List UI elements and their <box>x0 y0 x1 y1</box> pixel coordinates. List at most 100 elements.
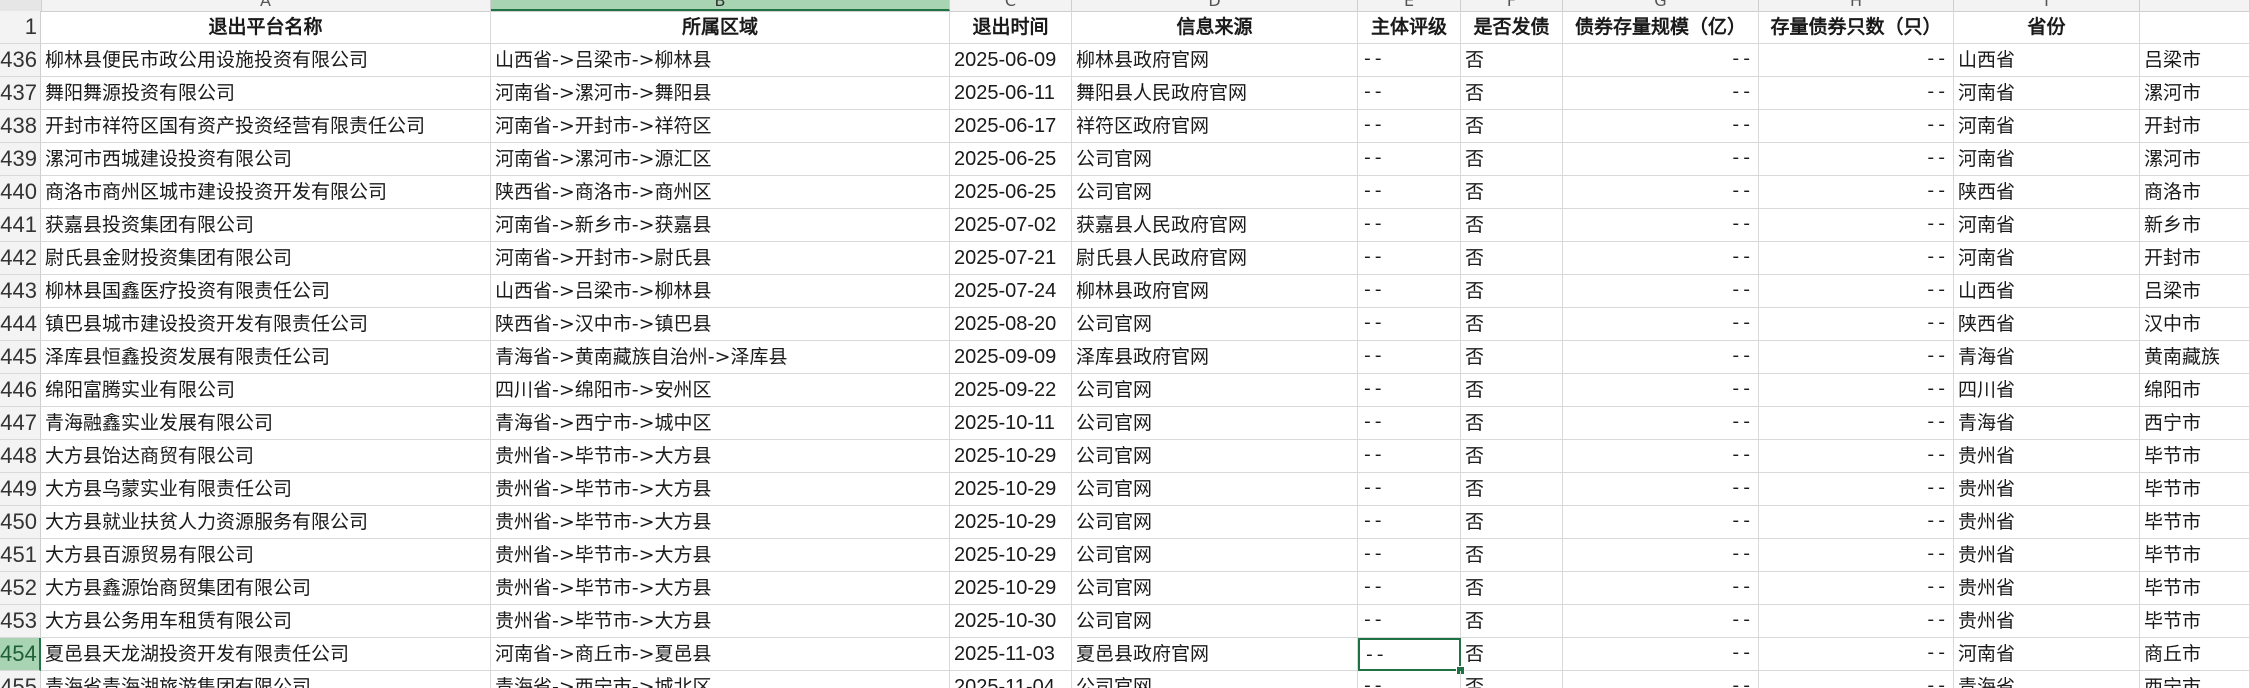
cell-exit-date[interactable]: 2025-08-20 <box>950 308 1072 341</box>
cell-rating[interactable]: -- <box>1358 440 1461 473</box>
cell-exit-date[interactable]: 2025-06-17 <box>950 110 1072 143</box>
select-all-corner[interactable] <box>0 0 42 11</box>
cell-bond-issued[interactable]: 否 <box>1461 143 1563 176</box>
cell-city[interactable]: 开封市 <box>2140 242 2250 275</box>
header-col-bond-issued[interactable]: 是否发债 <box>1461 11 1563 44</box>
cell-bond-count[interactable]: -- <box>1759 44 1954 77</box>
header-col-city[interactable] <box>2140 11 2250 44</box>
cell-name[interactable]: 泽库县恒鑫投资发展有限责任公司 <box>41 341 491 374</box>
cell-name[interactable]: 大方县饴达商贸有限公司 <box>41 440 491 473</box>
cell-bond-count[interactable]: -- <box>1759 539 1954 572</box>
row-number[interactable]: 447 <box>0 407 41 440</box>
cell-name[interactable]: 大方县就业扶贫人力资源服务有限公司 <box>41 506 491 539</box>
row-number[interactable]: 444 <box>0 308 41 341</box>
row-number[interactable]: 438 <box>0 110 41 143</box>
cell-source[interactable]: 公司官网 <box>1072 374 1358 407</box>
cell-rating[interactable]: -- <box>1358 341 1461 374</box>
cell-city[interactable]: 汉中市 <box>2140 308 2250 341</box>
active-cell[interactable]: -- <box>1358 638 1461 671</box>
header-col-bond-scale[interactable]: 债券存量规模（亿） <box>1563 11 1759 44</box>
cell-region[interactable]: 四川省->绵阳市->安州区 <box>491 374 950 407</box>
header-col-rating[interactable]: 主体评级 <box>1358 11 1461 44</box>
cell-bond-scale[interactable]: -- <box>1563 539 1759 572</box>
cell-bond-count[interactable]: -- <box>1759 506 1954 539</box>
row-number[interactable]: 455 <box>0 671 41 688</box>
cell-rating[interactable]: -- <box>1358 242 1461 275</box>
cell-region[interactable]: 青海省->黄南藏族自治州->泽库县 <box>491 341 950 374</box>
cell-source[interactable]: 公司官网 <box>1072 176 1358 209</box>
cell-rating[interactable]: -- <box>1358 605 1461 638</box>
cell-region[interactable]: 贵州省->毕节市->大方县 <box>491 473 950 506</box>
cell-exit-date[interactable]: 2025-10-11 <box>950 407 1072 440</box>
cell-rating[interactable]: -- <box>1358 308 1461 341</box>
cell-bond-count[interactable]: -- <box>1759 638 1954 671</box>
cell-region[interactable]: 河南省->漯河市->舞阳县 <box>491 77 950 110</box>
cell-region[interactable]: 青海省->西宁市->城中区 <box>491 407 950 440</box>
cell-source[interactable]: 公司官网 <box>1072 539 1358 572</box>
cell-name[interactable]: 大方县乌蒙实业有限责任公司 <box>41 473 491 506</box>
cell-name[interactable]: 柳林县便民市政公用设施投资有限公司 <box>41 44 491 77</box>
row-number[interactable]: 1 <box>0 11 41 44</box>
cell-bond-count[interactable]: -- <box>1759 671 1954 688</box>
row-number[interactable]: 448 <box>0 440 41 473</box>
cell-rating[interactable]: -- <box>1358 473 1461 506</box>
header-col-source[interactable]: 信息来源 <box>1072 11 1358 44</box>
cell-bond-scale[interactable]: -- <box>1563 407 1759 440</box>
cell-bond-count[interactable]: -- <box>1759 209 1954 242</box>
cell-source[interactable]: 公司官网 <box>1072 473 1358 506</box>
cell-city[interactable]: 毕节市 <box>2140 473 2250 506</box>
column-letter-4[interactable]: D <box>1072 0 1358 11</box>
column-letter-9[interactable]: I <box>1954 0 2140 11</box>
header-col-region[interactable]: 所属区域 <box>491 11 950 44</box>
cell-bond-scale[interactable]: -- <box>1563 143 1759 176</box>
cell-exit-date[interactable]: 2025-10-30 <box>950 605 1072 638</box>
cell-name[interactable]: 商洛市商州区城市建设投资开发有限公司 <box>41 176 491 209</box>
cell-exit-date[interactable]: 2025-09-22 <box>950 374 1072 407</box>
cell-bond-scale[interactable]: -- <box>1563 242 1759 275</box>
cell-name[interactable]: 舞阳舞源投资有限公司 <box>41 77 491 110</box>
cell-region[interactable]: 青海省->西宁市->城北区 <box>491 671 950 688</box>
cell-city[interactable]: 毕节市 <box>2140 539 2250 572</box>
cell-rating[interactable]: -- <box>1358 275 1461 308</box>
cell-city[interactable]: 西宁市 <box>2140 671 2250 688</box>
cell-bond-count[interactable]: -- <box>1759 275 1954 308</box>
cell-bond-issued[interactable]: 否 <box>1461 440 1563 473</box>
cell-bond-scale[interactable]: -- <box>1563 44 1759 77</box>
cell-city[interactable]: 漯河市 <box>2140 143 2250 176</box>
cell-exit-date[interactable]: 2025-06-25 <box>950 143 1072 176</box>
cell-rating[interactable]: -- <box>1358 374 1461 407</box>
spreadsheet-grid[interactable]: ABCDEFGHI 1 退出平台名称 所属区域 退出时间 信息来源 主体评级 是否发债 债券存… <box>0 0 2250 688</box>
cell-bond-issued[interactable]: 否 <box>1461 77 1563 110</box>
cell-region[interactable]: 河南省->开封市->尉氏县 <box>491 242 950 275</box>
cell-rating[interactable]: -- <box>1358 44 1461 77</box>
cell-bond-issued[interactable]: 否 <box>1461 473 1563 506</box>
cell-name[interactable]: 开封市祥符区国有资产投资经营有限责任公司 <box>41 110 491 143</box>
cell-city[interactable]: 绵阳市 <box>2140 374 2250 407</box>
column-letter-2[interactable]: B <box>491 0 950 11</box>
column-letter-7[interactable]: G <box>1563 0 1759 11</box>
cell-name[interactable]: 大方县百源贸易有限公司 <box>41 539 491 572</box>
column-letter-1[interactable]: A <box>41 0 491 11</box>
cell-name[interactable]: 大方县鑫源饴商贸集团有限公司 <box>41 572 491 605</box>
cell-region[interactable]: 河南省->新乡市->获嘉县 <box>491 209 950 242</box>
cell-source[interactable]: 柳林县政府官网 <box>1072 275 1358 308</box>
cell-name[interactable]: 漯河市西城建设投资有限公司 <box>41 143 491 176</box>
cell-source[interactable]: 公司官网 <box>1072 407 1358 440</box>
cell-bond-issued[interactable]: 否 <box>1461 407 1563 440</box>
cell-name[interactable]: 尉氏县金财投资集团有限公司 <box>41 242 491 275</box>
row-number[interactable]: 437 <box>0 77 41 110</box>
cell-bond-scale[interactable]: -- <box>1563 275 1759 308</box>
row-number[interactable]: 453 <box>0 605 41 638</box>
cell-bond-scale[interactable]: -- <box>1563 506 1759 539</box>
cell-rating[interactable]: -- <box>1358 176 1461 209</box>
cell-region[interactable]: 贵州省->毕节市->大方县 <box>491 440 950 473</box>
cell-province[interactable]: 山西省 <box>1954 275 2140 308</box>
column-letter-10[interactable] <box>2140 0 2250 11</box>
cell-bond-scale[interactable]: -- <box>1563 605 1759 638</box>
cell-province[interactable]: 河南省 <box>1954 209 2140 242</box>
cell-rating[interactable]: -- <box>1358 110 1461 143</box>
cell-bond-scale[interactable]: -- <box>1563 374 1759 407</box>
cell-exit-date[interactable]: 2025-11-04 <box>950 671 1072 688</box>
cell-province[interactable]: 贵州省 <box>1954 605 2140 638</box>
cell-bond-count[interactable]: -- <box>1759 605 1954 638</box>
